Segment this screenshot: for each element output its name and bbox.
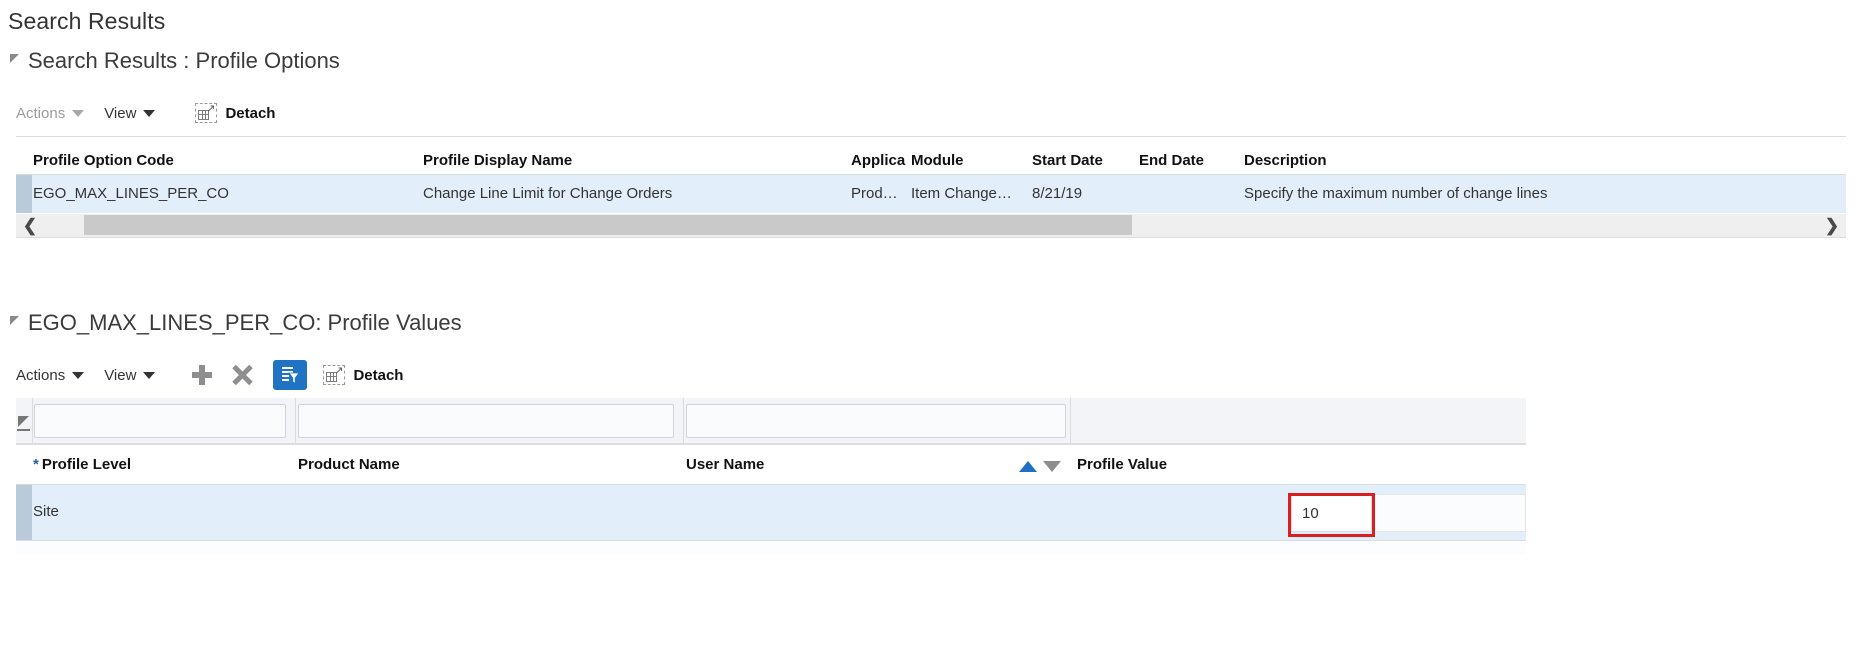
column-header-profile-display-name[interactable]: Profile Display Name	[423, 152, 833, 169]
cell-profile-display-name: Change Line Limit for Change Orders	[423, 185, 673, 202]
filter-input-user-name[interactable]	[686, 404, 1066, 438]
chevron-down-icon	[143, 371, 156, 379]
profile-options-section-header[interactable]: Search Results : Profile Options	[10, 48, 340, 74]
filter-list-icon	[282, 367, 301, 385]
column-header-module[interactable]: Module	[911, 152, 1021, 169]
profile-values-section-title: EGO_MAX_LINES_PER_CO: Profile Values	[28, 310, 462, 335]
detach-button[interactable]: ↗ Detach	[323, 365, 403, 385]
detach-icon: ↗	[323, 365, 346, 385]
profile-values-table: * Profile Level Product Name User Name Pr…	[0, 398, 1526, 646]
chevron-down-icon	[143, 109, 156, 117]
profile-value-field-backdrop	[1372, 494, 1526, 532]
view-menu-label: View	[104, 366, 137, 384]
filter-input-product-name[interactable]	[298, 404, 674, 438]
detach-button[interactable]: ↗ Detach	[195, 103, 275, 123]
filter-input-profile-level[interactable]	[34, 404, 286, 438]
detach-button-label: Detach	[225, 104, 276, 122]
query-by-example-button[interactable]	[273, 360, 308, 390]
actions-menu[interactable]: Actions	[16, 366, 85, 384]
horizontal-scrollbar[interactable]: ❮ ❯	[16, 214, 1846, 238]
row-select-strip[interactable]	[16, 485, 32, 540]
cell-application: Prod…	[851, 185, 898, 202]
add-row-button[interactable]	[191, 364, 213, 386]
cell-profile-option-code: EGO_MAX_LINES_PER_CO	[33, 185, 229, 202]
cell-start-date: 8/21/19	[1032, 185, 1083, 202]
profile-values-section-header[interactable]: EGO_MAX_LINES_PER_CO: Profile Values	[10, 310, 462, 336]
column-header-profile-option-code[interactable]: Profile Option Code	[33, 152, 413, 169]
column-header-user-name[interactable]: User Name	[686, 456, 986, 473]
column-header-application[interactable]: Applica	[851, 152, 907, 169]
cell-profile-level: Site	[33, 503, 59, 520]
profile-options-table: Profile Option Code Profile Display Name…	[0, 136, 1846, 260]
detach-button-label: Detach	[353, 366, 404, 384]
view-menu[interactable]: View	[104, 366, 156, 384]
delete-row-button[interactable]	[231, 364, 253, 386]
scroll-left-button[interactable]: ❮	[16, 214, 44, 237]
column-header-profile-level[interactable]: * Profile Level	[33, 456, 283, 473]
column-header-description[interactable]: Description	[1244, 152, 1474, 169]
detach-icon: ↗	[195, 103, 218, 123]
column-header-profile-value[interactable]: Profile Value	[1077, 456, 1377, 473]
actions-menu[interactable]: Actions	[16, 104, 85, 122]
column-header-end-date[interactable]: End Date	[1139, 152, 1235, 169]
sort-ascending-icon[interactable]	[1019, 461, 1037, 472]
disclosure-triangle-icon[interactable]	[10, 53, 19, 63]
disclosure-triangle-icon[interactable]	[10, 315, 19, 325]
actions-menu-label: Actions	[16, 366, 66, 384]
scroll-right-button[interactable]: ❯	[1818, 214, 1846, 237]
column-header-profile-level-label: Profile Level	[41, 456, 132, 473]
profile-options-toolbar: Actions View ↗ Detach	[16, 99, 275, 127]
column-header-start-date[interactable]: Start Date	[1032, 152, 1130, 169]
sort-descending-icon[interactable]	[1043, 461, 1061, 472]
chevron-down-icon	[72, 371, 85, 379]
table-row-filler	[16, 541, 1526, 555]
required-marker: *	[33, 456, 39, 473]
pencil-icon	[18, 416, 29, 427]
profile-values-toolbar: Actions View ↗ Detach	[16, 360, 403, 390]
profile-options-section-title: Search Results : Profile Options	[28, 48, 340, 73]
page-title: Search Results	[8, 8, 166, 34]
column-header-product-name[interactable]: Product Name	[298, 456, 598, 473]
search-results-page: Search Results Search Results : Profile …	[0, 0, 1874, 670]
chevron-down-icon	[72, 109, 85, 117]
view-menu[interactable]: View	[104, 104, 156, 122]
profile-value-input[interactable]: 10	[1291, 494, 1372, 532]
view-menu-label: View	[104, 104, 137, 122]
row-select-strip[interactable]	[16, 175, 32, 213]
cell-description: Specify the maximum number of change lin…	[1244, 185, 1548, 202]
actions-menu-label: Actions	[16, 104, 66, 122]
cell-module: Item Change…	[911, 185, 1012, 202]
scrollbar-thumb[interactable]	[84, 215, 1132, 235]
